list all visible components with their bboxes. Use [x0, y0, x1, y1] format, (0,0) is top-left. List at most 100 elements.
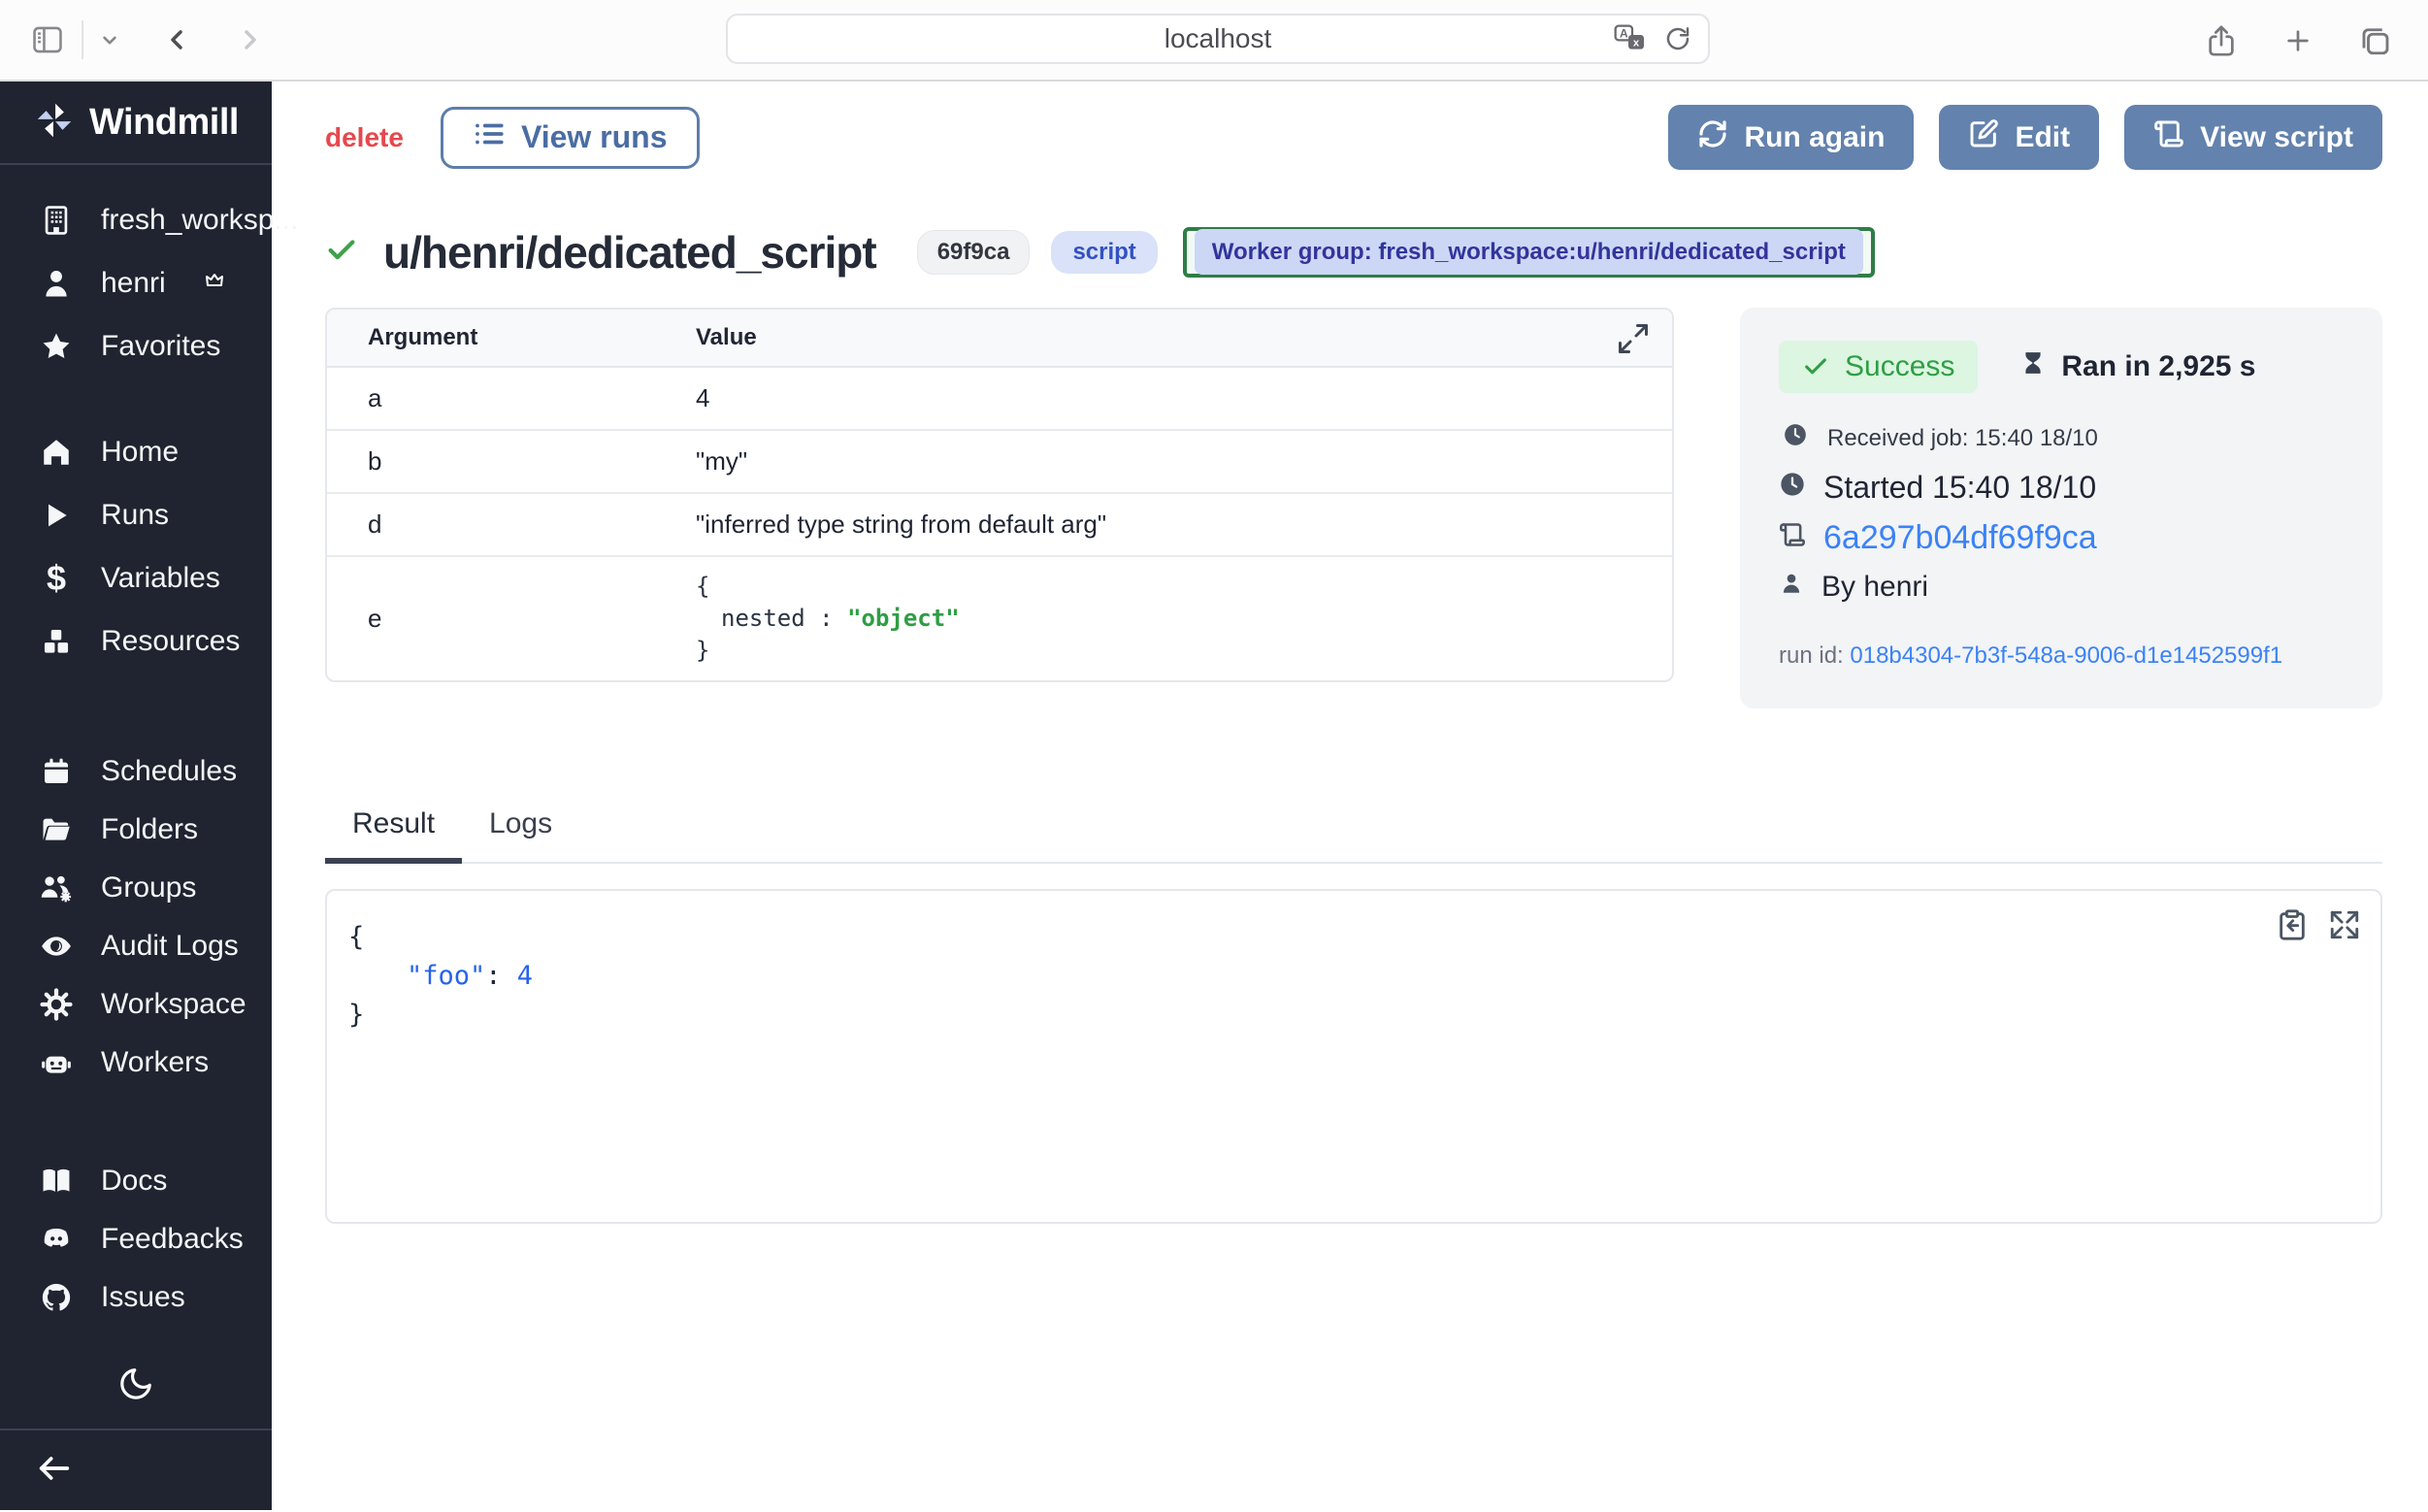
hourglass-icon: [2020, 348, 2046, 385]
script-hash-badge[interactable]: 69f9ca: [917, 230, 1031, 275]
copy-result-icon[interactable]: [2276, 908, 2309, 946]
json-key: "foo": [407, 961, 485, 991]
dollar-icon: $: [37, 558, 76, 599]
nav-label: Audit Logs: [101, 930, 239, 963]
sidebar-item-workers[interactable]: Workers: [0, 1034, 272, 1092]
nav-label: Groups: [101, 871, 196, 904]
dark-mode-toggle[interactable]: [117, 1365, 154, 1407]
nav-label: Runs: [101, 499, 169, 532]
sidebar-item-audit-logs[interactable]: Audit Logs: [0, 917, 272, 975]
started-text: Started 15:40 18/10: [1823, 470, 2096, 506]
star-icon: [37, 330, 76, 363]
json-number: 4: [517, 961, 533, 991]
sidebar-item-workspace-settings[interactable]: Workspace: [0, 975, 272, 1034]
back-button[interactable]: [161, 24, 192, 55]
main-content: delete View runs Run again Edit: [272, 82, 2428, 1510]
run-id-label: run id:: [1779, 642, 1850, 669]
sidebar-item-feedbacks[interactable]: Feedbacks: [0, 1210, 272, 1268]
status-text: Success: [1845, 350, 1954, 383]
share-icon[interactable]: [2205, 22, 2238, 59]
play-icon: [37, 500, 76, 531]
robot-icon: [37, 1046, 76, 1079]
sidebar-item-home[interactable]: Home: [0, 420, 272, 483]
nav-label: Issues: [101, 1281, 185, 1314]
nav-label: Feedbacks: [101, 1223, 244, 1256]
view-runs-button[interactable]: View runs: [441, 107, 700, 169]
url-text: localhost: [1165, 23, 1272, 54]
duration-text: Ran in 2,925 s: [2061, 350, 2255, 383]
page-title: u/henri/dedicated_script: [383, 226, 876, 279]
result-panel: { "foo": 4 }: [325, 889, 2382, 1224]
sidebar-toggle-icon[interactable]: [29, 23, 66, 56]
run-again-button[interactable]: Run again: [1668, 105, 1914, 170]
sidebar-item-resources[interactable]: Resources: [0, 609, 272, 673]
sidebar-item-docs[interactable]: Docs: [0, 1152, 272, 1210]
eye-icon: [37, 930, 76, 963]
edit-button[interactable]: Edit: [1939, 105, 2099, 170]
nav-label: Home: [101, 436, 179, 469]
list-icon: [473, 117, 506, 158]
new-tab-icon[interactable]: [2282, 25, 2313, 56]
scroll-small-icon: [1779, 519, 1806, 557]
json-brace: {: [348, 922, 364, 952]
sidebar-item-workspace-switcher[interactable]: fresh_worksp...: [0, 188, 272, 251]
by-row: By henri: [1779, 571, 2344, 604]
result-logs-tabs: Result Logs: [325, 794, 2382, 864]
table-row: d "inferred type string from default arg…: [327, 494, 1672, 557]
book-icon: [37, 1165, 76, 1198]
translate-icon[interactable]: Ax: [1613, 22, 1652, 55]
tabs-overview-icon[interactable]: [2358, 23, 2393, 58]
view-script-label: View script: [2200, 121, 2353, 154]
worker-group-badge[interactable]: Worker group: fresh_workspace:u/henri/de…: [1195, 229, 1863, 275]
run-duration: Ran in 2,925 s: [2020, 348, 2255, 385]
table-row: b "my": [327, 431, 1672, 494]
expand-arguments-icon[interactable]: [1616, 321, 1651, 361]
forward-button[interactable]: [235, 24, 266, 55]
tab-logs[interactable]: Logs: [462, 794, 579, 862]
crown-icon: [203, 267, 226, 300]
reload-icon[interactable]: [1663, 24, 1692, 53]
chevron-down-icon[interactable]: [97, 27, 122, 52]
sidebar-item-schedules[interactable]: Schedules: [0, 742, 272, 801]
sidebar-item-issues[interactable]: Issues: [0, 1268, 272, 1327]
calendar-icon: [37, 756, 76, 787]
sidebar-item-user[interactable]: henri: [0, 251, 272, 314]
worker-id-link[interactable]: 6a297b04df69f9ca: [1823, 519, 2097, 557]
brand-name: Windmill: [89, 102, 239, 144]
argument-name: b: [327, 446, 696, 477]
tab-result[interactable]: Result: [325, 794, 462, 864]
favorites-label: Favorites: [101, 330, 220, 363]
by-text: By henri: [1821, 571, 1928, 604]
sidebar: Windmill fresh_worksp... henri Favorites: [0, 82, 272, 1510]
nav-label: Docs: [101, 1165, 167, 1198]
status-badge: Success: [1779, 341, 1978, 393]
received-text: Received job: 15:40 18/10: [1827, 425, 2098, 452]
github-icon: [37, 1281, 76, 1314]
argument-name: a: [327, 383, 696, 413]
result-json: { "foo": 4 }: [348, 918, 2380, 1035]
windmill-logo[interactable]: Windmill: [0, 82, 272, 165]
sidebar-item-runs[interactable]: Runs: [0, 483, 272, 546]
collapse-sidebar-arrow[interactable]: [35, 1449, 74, 1493]
delete-button[interactable]: delete: [325, 122, 404, 153]
user-name: henri: [101, 267, 166, 300]
argument-value: 4: [696, 383, 1672, 413]
json-brace: }: [348, 1000, 364, 1030]
windmill-pinwheel-icon: [33, 99, 76, 147]
json-colon: :: [485, 961, 517, 991]
argument-name: e: [327, 604, 696, 634]
worker-group-highlight: Worker group: fresh_workspace:u/henri/de…: [1183, 227, 1875, 278]
sidebar-item-folders[interactable]: Folders: [0, 801, 272, 859]
json-string-value: "object": [847, 605, 960, 632]
arguments-table-header: Argument Value: [327, 310, 1672, 368]
table-row: e { nested : "object" }: [327, 557, 1672, 680]
argument-column-header: Argument: [327, 324, 696, 351]
argument-name: d: [327, 509, 696, 540]
expand-result-icon[interactable]: [2328, 908, 2361, 946]
run-id-link[interactable]: 018b4304-7b3f-548a-9006-d1e1452599f1: [1850, 642, 2282, 669]
sidebar-item-favorites[interactable]: Favorites: [0, 314, 272, 378]
view-script-button[interactable]: View script: [2124, 105, 2382, 170]
sidebar-item-groups[interactable]: Groups: [0, 859, 272, 917]
sidebar-item-variables[interactable]: $ Variables: [0, 546, 272, 609]
address-bar[interactable]: localhost Ax: [726, 14, 1710, 64]
